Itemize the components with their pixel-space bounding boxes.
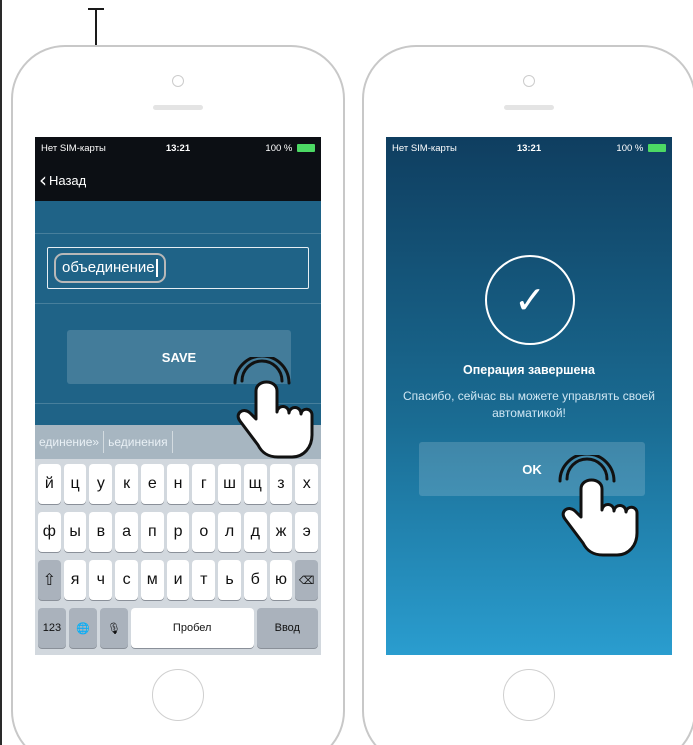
key[interactable]: ц [63,464,87,504]
delete-key-icon[interactable]: ⌫ [295,560,319,600]
key[interactable]: ю [269,560,293,600]
keyboard-row-4: 123 🌐 🎙 Пробел Ввод [38,608,319,648]
divider [35,233,321,234]
check-circle-icon: ✓ [485,255,575,345]
success-message: Спасибо, сейчас вы можете управлять свое… [402,389,655,420]
return-key[interactable]: Ввод [256,608,319,648]
battery-status: 100 % [575,143,666,154]
back-chevron-icon[interactable]: ‹ [39,170,47,190]
mic-key-icon[interactable]: 🎙 [99,608,128,648]
name-input-value: объединение [62,258,155,276]
key[interactable]: х [295,464,319,504]
home-button[interactable] [503,669,555,721]
key[interactable]: э [295,512,319,552]
keyboard-row-3: ⇧ я ч с м и т ь б ю ⌫ [38,560,319,600]
key[interactable]: л [218,512,241,552]
key[interactable]: й [38,464,61,504]
camera-icon [172,75,184,87]
suggestion-item[interactable]: единение» [35,435,103,449]
key[interactable]: н [166,464,190,504]
camera-icon [523,75,535,87]
home-button[interactable] [152,669,204,721]
name-input[interactable]: объединение [47,247,309,289]
key[interactable]: б [243,560,267,600]
name-input-value-highlight: объединение [54,252,166,284]
speaker-grille [153,105,203,110]
status-bar: Нет SIM-карты 13:21 100 % [35,137,321,159]
tap-hand-icon [558,455,639,557]
key[interactable]: р [166,512,190,552]
key[interactable]: в [89,512,113,552]
speaker-grille [504,105,554,110]
carrier-label: Нет SIM-карты [41,142,106,154]
key[interactable]: у [89,464,113,504]
key[interactable]: ч [89,560,113,600]
back-button[interactable]: Назад [49,173,86,188]
divider [35,303,321,304]
space-key[interactable]: Пробел [130,608,254,648]
globe-key-icon[interactable]: 🌐 [68,608,97,648]
key[interactable]: г [192,464,216,504]
key[interactable]: ф [38,512,61,552]
keyboard: й ц у к е н г ш щ з х ф ы в а п р о л д … [35,459,321,655]
tap-hand-icon [233,357,314,459]
battery-icon [647,143,666,152]
battery-label: 100 % [265,142,293,154]
key[interactable]: ш [218,464,241,504]
phone-right: Нет SIM-карты 13:21 100 % ✓ Операция зав… [362,45,693,745]
key[interactable]: с [115,560,138,600]
key[interactable]: а [115,512,138,552]
key[interactable]: ж [269,512,293,552]
key[interactable]: м [140,560,164,600]
key[interactable]: з [269,464,293,504]
key[interactable]: и [166,560,190,600]
key[interactable]: п [140,512,164,552]
check-icon: ✓ [514,278,546,322]
battery-icon [296,143,315,152]
suggestion-divider [171,431,173,453]
key[interactable]: е [140,464,164,504]
clock: 13:21 [516,142,542,154]
status-bar: Нет SIM-карты 13:21 100 % [386,137,672,159]
key[interactable]: я [63,560,87,600]
carrier-label: Нет SIM-карты [392,142,457,154]
battery-label: 100 % [616,142,644,154]
nav-bar: ‹ Назад [35,159,321,201]
key[interactable]: к [115,464,138,504]
success-title: Операция завершена [463,363,595,377]
screen-success: Нет SIM-карты 13:21 100 % ✓ Операция зав… [386,137,672,655]
key[interactable]: д [243,512,267,552]
shift-key-icon[interactable]: ⇧ [38,560,61,600]
key[interactable]: ы [63,512,87,552]
key[interactable]: ь [218,560,241,600]
suggestion-item[interactable]: ьединения [104,435,172,449]
keyboard-row-2: ф ы в а п р о л д ж э [38,512,319,552]
frame-edge [0,0,2,745]
keyboard-row-1: й ц у к е н г ш щ з х [38,464,319,504]
key[interactable]: о [192,512,216,552]
numbers-key[interactable]: 123 [38,608,66,648]
battery-status: 100 % [224,143,315,154]
clock: 13:21 [165,142,191,154]
text-caret [155,259,158,278]
key[interactable]: щ [243,464,267,504]
key[interactable]: т [192,560,216,600]
